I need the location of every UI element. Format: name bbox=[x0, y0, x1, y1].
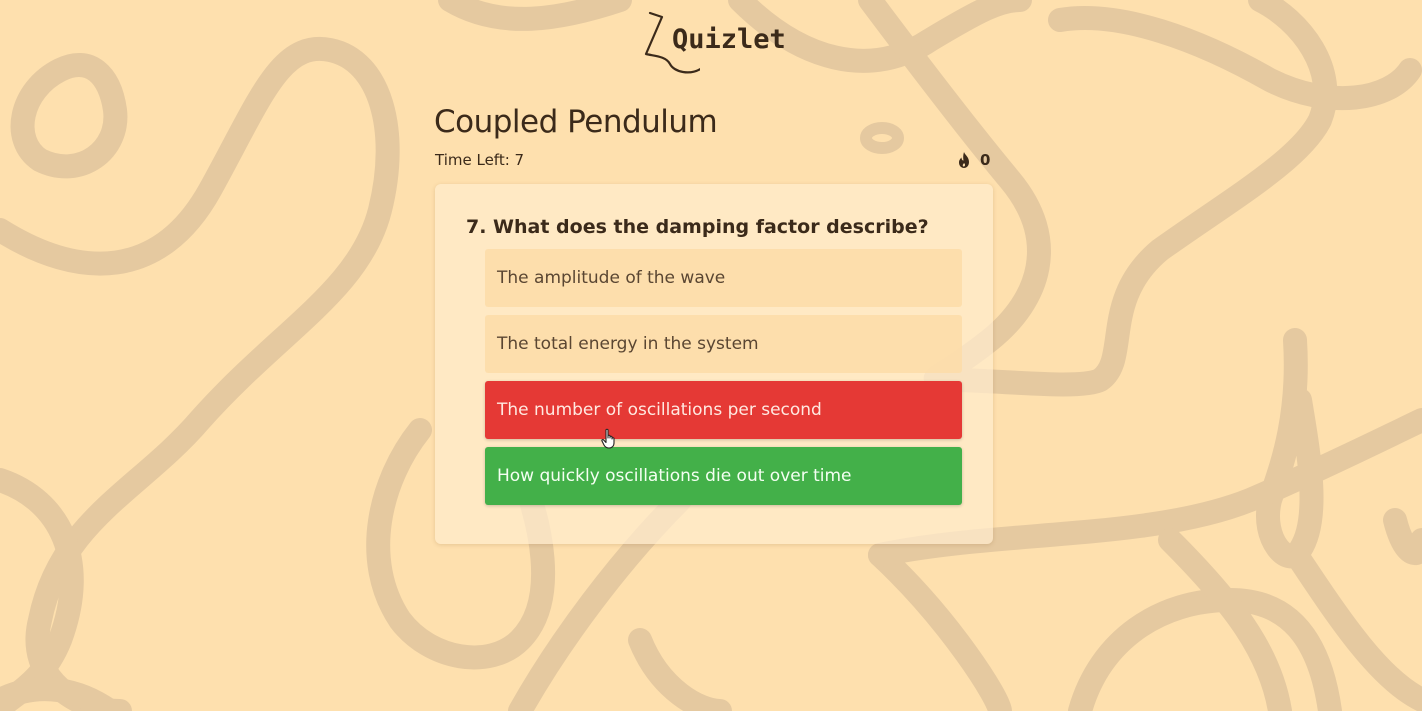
time-left: Time Left: 7 bbox=[435, 151, 525, 169]
answer-option-1[interactable]: The amplitude of the wave bbox=[485, 249, 962, 307]
question-card: 7. What does the damping factor describe… bbox=[435, 184, 993, 544]
quiz-page: Quizlet Coupled Pendulum Time Left: 7 0 … bbox=[0, 0, 1422, 711]
logo-text: Quizlet bbox=[672, 24, 786, 55]
streak-counter: 0 bbox=[956, 150, 990, 170]
answer-option-label: The amplitude of the wave bbox=[497, 268, 726, 288]
quiz-title: Coupled Pendulum bbox=[434, 104, 718, 140]
quizlet-logo[interactable]: Quizlet bbox=[640, 10, 790, 76]
question-text: 7. What does the damping factor describe… bbox=[466, 216, 929, 238]
answer-option-label: The total energy in the system bbox=[497, 334, 759, 354]
answer-option-4-correct[interactable]: How quickly oscillations die out over ti… bbox=[485, 447, 962, 505]
answer-option-2[interactable]: The total energy in the system bbox=[485, 315, 962, 373]
flame-icon bbox=[959, 152, 969, 168]
answer-option-label: The number of oscillations per second bbox=[497, 400, 822, 420]
answer-option-label: How quickly oscillations die out over ti… bbox=[497, 466, 852, 486]
hand-pointer-icon bbox=[601, 428, 615, 449]
streak-count: 0 bbox=[980, 151, 991, 169]
answer-option-3-incorrect[interactable]: The number of oscillations per second bbox=[485, 381, 962, 439]
